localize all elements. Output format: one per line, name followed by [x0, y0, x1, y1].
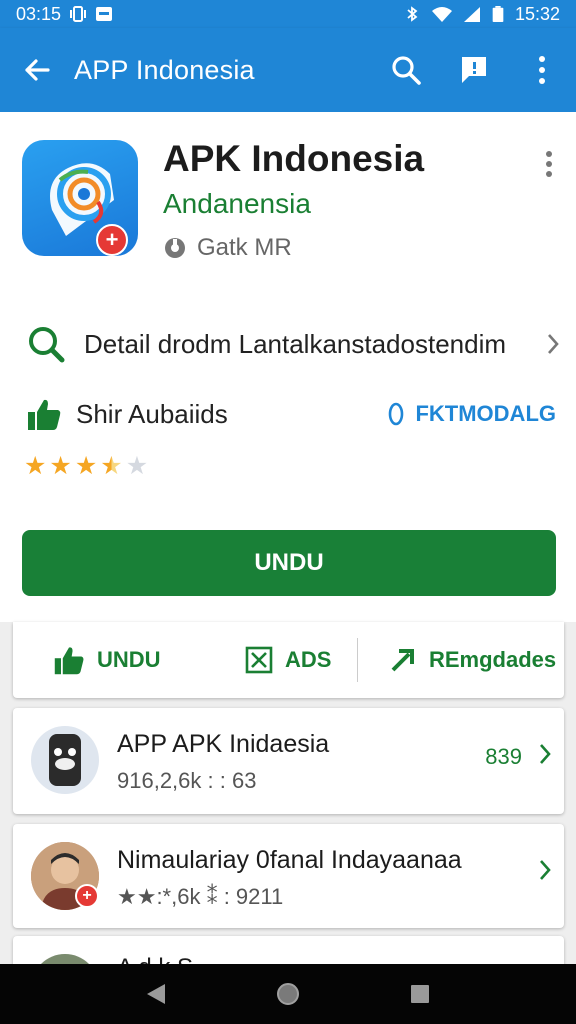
back-arrow-icon	[25, 59, 50, 81]
rating-action[interactable]: FKTMODALG	[387, 401, 556, 427]
app-name: APK Indonesia	[163, 138, 425, 179]
thumbs-up-icon	[54, 647, 84, 675]
app-icon: +	[22, 140, 138, 256]
more-vert-icon	[539, 56, 545, 84]
arrow-up-right-icon	[391, 649, 414, 672]
star-icon: ★	[24, 452, 47, 480]
action-ads[interactable]: ADS	[245, 646, 331, 674]
robot-icon	[49, 734, 81, 786]
nav-home-button[interactable]	[264, 970, 312, 1018]
battery-icon	[492, 6, 504, 22]
app-avatar	[31, 726, 99, 794]
notification-icon	[96, 7, 113, 21]
star-rating: ★ ★ ★ ★ ★	[24, 452, 148, 480]
thumbs-up-icon	[28, 399, 61, 430]
action-card: UNDU ADS REmgdades	[13, 622, 564, 698]
vibrate-icon	[70, 6, 87, 22]
detail-row[interactable]: Detail drodm Lantalkanstadostendim	[26, 322, 566, 366]
nav-recents-button[interactable]	[396, 970, 444, 1018]
card-more-icon[interactable]	[544, 150, 554, 178]
checkbox-x-icon	[245, 646, 273, 674]
system-nav-bar	[0, 964, 576, 1024]
signal-icon	[463, 7, 480, 22]
more-options-button[interactable]	[508, 28, 576, 112]
star-icon: ★	[74, 452, 98, 480]
install-button[interactable]: UNDU	[22, 530, 556, 596]
status-bar: 03:15 15:32	[0, 0, 576, 28]
search-button[interactable]	[372, 28, 440, 112]
action-download-label: UNDU	[97, 647, 161, 672]
app-size-label: Gatk MR	[197, 234, 292, 261]
add-badge-icon: +	[96, 224, 128, 256]
chevron-right-icon	[540, 744, 551, 764]
star-icon: ★	[100, 452, 123, 480]
feedback-icon	[462, 57, 486, 83]
action-download[interactable]: UNDU	[53, 644, 161, 676]
app-developer[interactable]: Andanensia	[163, 188, 311, 220]
status-time: 03:15	[16, 3, 62, 24]
app-bar: APP Indonesia	[0, 28, 576, 112]
list-item[interactable]: APP APK Inidaesia 916,2,6k : : 63 839	[13, 708, 564, 814]
wifi-icon	[431, 7, 452, 22]
bluetooth-icon	[407, 6, 418, 22]
action-ads-label: ADS	[285, 647, 332, 672]
app-size: Gatk MR	[163, 234, 292, 262]
rating-row: Shir Aubaiids FKTMODALG	[26, 392, 556, 436]
list-item-title: APP APK Inidaesia	[117, 730, 330, 758]
nav-back-button[interactable]	[132, 970, 180, 1018]
rating-action-label: FKTMODALG	[415, 401, 556, 426]
feedback-button[interactable]	[440, 28, 508, 112]
app-details-card: + APK Indonesia Andanensia Gatk MR Detai…	[0, 112, 576, 622]
action-recommend-label: REmgdades	[429, 647, 557, 672]
nav-recents-icon	[411, 985, 429, 1003]
nav-back-icon	[147, 984, 165, 1004]
status-clock: 15:32	[514, 3, 560, 24]
app-bar-title: APP Indonesia	[74, 54, 255, 85]
detail-search-icon	[29, 327, 65, 363]
info-outline-icon	[389, 402, 404, 426]
back-button[interactable]	[0, 28, 74, 112]
list-item-subtitle: ★★:*,6k ⁑ : 9211	[117, 884, 284, 909]
chevron-right-icon	[548, 334, 559, 354]
star-icon: ★	[49, 452, 72, 480]
info-icon	[165, 238, 185, 258]
star-icon: ★	[125, 452, 149, 480]
rating-label: Shir Aubaiids	[76, 398, 228, 429]
list-item-title: Nimaulariay 0fanal Indayaanaa	[117, 846, 462, 874]
search-icon	[392, 56, 421, 85]
list-item-count: 839	[485, 744, 522, 769]
detail-text: Detail drodm Lantalkanstadostendim	[84, 328, 507, 359]
list-item-subtitle: 916,2,6k : : 63	[117, 768, 257, 793]
add-badge-icon: +	[75, 884, 99, 908]
action-recommend[interactable]: REmgdades	[389, 646, 556, 674]
nav-home-icon	[277, 983, 299, 1005]
chevron-right-icon	[540, 860, 551, 880]
divider	[357, 638, 358, 682]
list-item[interactable]: + Nimaulariay 0fanal Indayaanaa ★★:*,6k …	[13, 824, 564, 928]
